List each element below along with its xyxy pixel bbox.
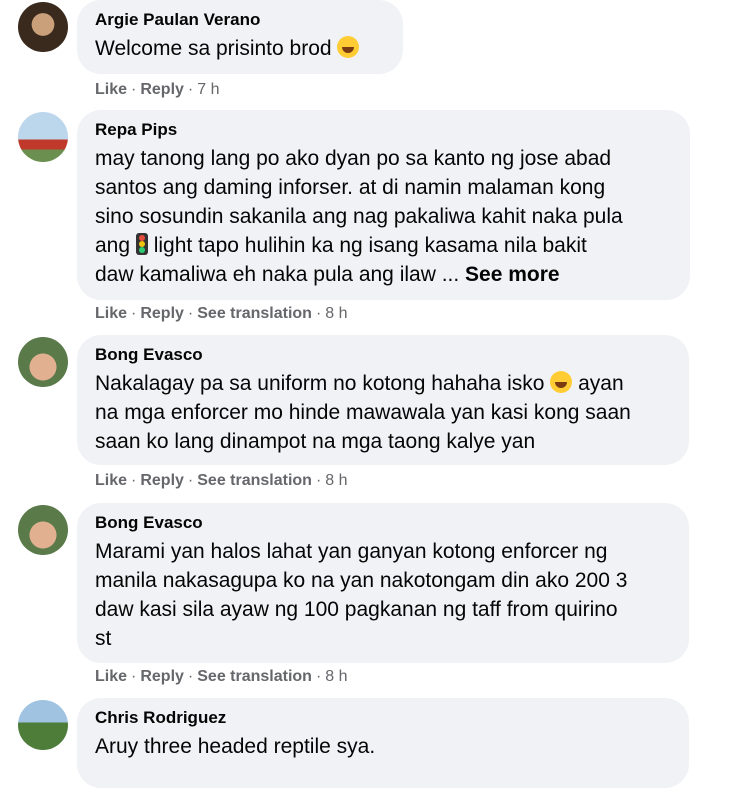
comment-actions: Like · Reply · See translation · 8 h xyxy=(95,668,348,685)
timestamp[interactable]: 8 h xyxy=(325,305,347,322)
timestamp[interactable]: 8 h xyxy=(325,668,347,685)
reply-button[interactable]: Reply xyxy=(140,305,184,322)
avatar[interactable] xyxy=(18,700,68,750)
comment-bubble: Chris Rodriguez Aruy three headed reptil… xyxy=(77,698,689,788)
laughing-emoji-icon xyxy=(337,36,360,58)
like-button[interactable]: Like xyxy=(95,472,127,489)
like-button[interactable]: Like xyxy=(95,668,127,685)
comment-actions: Like · Reply · 7 h xyxy=(95,81,220,98)
comment-author[interactable]: Bong Evasco xyxy=(95,513,669,533)
comment-actions: Like · Reply · See translation · 8 h xyxy=(95,472,348,489)
like-button[interactable]: Like xyxy=(95,81,127,98)
comment-actions: Like · Reply · See translation · 8 h xyxy=(95,305,348,322)
comment-text: Marami yan halos lahat yan ganyan kotong… xyxy=(95,540,628,650)
comment-author[interactable]: Repa Pips xyxy=(95,120,670,140)
timestamp[interactable]: 7 h xyxy=(197,81,219,98)
see-translation-button[interactable]: See translation xyxy=(197,472,312,489)
see-translation-button[interactable]: See translation xyxy=(197,305,312,322)
comment-author[interactable]: Bong Evasco xyxy=(95,345,669,365)
avatar[interactable] xyxy=(18,337,68,387)
comment-text: may tanong lang po ako dyan po sa kanto … xyxy=(95,147,623,286)
laughing-emoji-icon xyxy=(550,371,573,393)
comment-bubble: Argie Paulan Verano Welcome sa prisinto … xyxy=(77,0,403,74)
avatar[interactable] xyxy=(18,112,68,162)
reply-button[interactable]: Reply xyxy=(140,668,184,685)
comment-author[interactable]: Argie Paulan Verano xyxy=(95,10,383,30)
reply-button[interactable]: Reply xyxy=(140,472,184,489)
reply-button[interactable]: Reply xyxy=(140,81,184,98)
see-translation-button[interactable]: See translation xyxy=(197,668,312,685)
comment-author[interactable]: Chris Rodriguez xyxy=(95,708,669,728)
see-more-link[interactable]: See more xyxy=(465,263,560,286)
timestamp[interactable]: 8 h xyxy=(325,472,347,489)
comment-bubble: Bong Evasco Nakalagay pa sa uniform no k… xyxy=(77,335,689,465)
traffic-light-icon xyxy=(135,233,148,255)
comment-bubble: Bong Evasco Marami yan halos lahat yan g… xyxy=(77,503,689,663)
comment-text: Welcome sa prisinto brod xyxy=(95,34,383,63)
comment-text: Nakalagay pa sa uniform no kotong hahaha… xyxy=(95,371,631,453)
avatar[interactable] xyxy=(18,505,68,555)
like-button[interactable]: Like xyxy=(95,305,127,322)
comment-bubble: Repa Pips may tanong lang po ako dyan po… xyxy=(77,110,690,300)
avatar[interactable] xyxy=(18,2,68,52)
comment-text: Aruy three headed reptile sya. xyxy=(95,735,376,758)
